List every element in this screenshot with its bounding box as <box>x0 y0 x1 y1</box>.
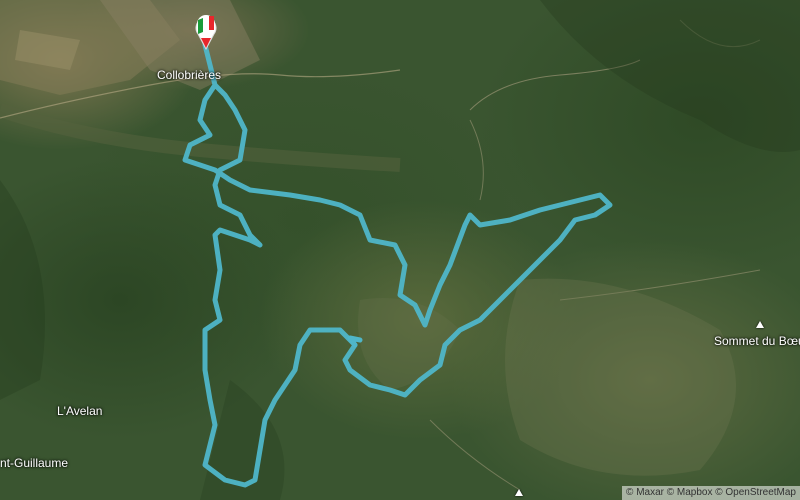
map-view[interactable]: Collobrières L'Avelan nt-Guillaume Somme… <box>0 0 800 500</box>
map-attribution[interactable]: © Maxar © Mapbox © OpenStreetMap <box>622 486 800 500</box>
place-label-collobrieres: Collobrières <box>157 68 222 82</box>
place-label-avelan: L'Avelan <box>57 404 103 418</box>
start-flag-pin-icon[interactable] <box>194 10 218 50</box>
mountain-peak-icon <box>515 489 523 496</box>
peak-label-sommet-du-boeuf: Sommet du Bœu <box>714 334 800 348</box>
mountain-peak-icon <box>756 321 764 328</box>
satellite-terrain <box>0 0 800 500</box>
place-label-saint-guillaume: nt-Guillaume <box>0 456 69 470</box>
